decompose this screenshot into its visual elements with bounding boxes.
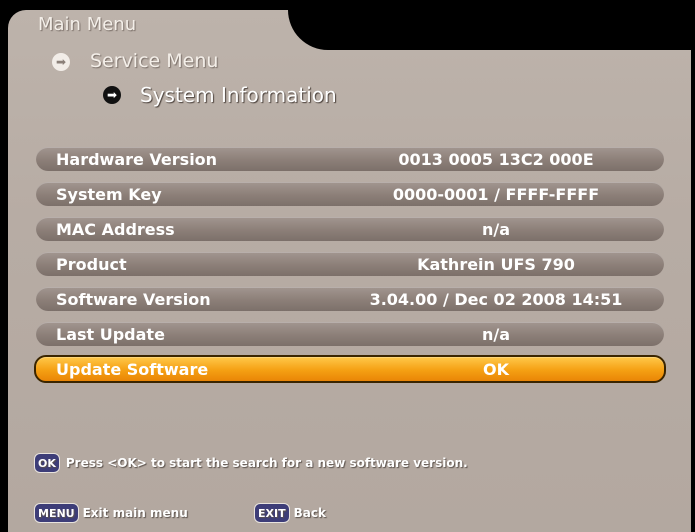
footer-exit-main-menu[interactable]: MENU Exit main menu	[34, 503, 188, 523]
info-row-software-version[interactable]: Software Version 3.04.00 / Dec 02 2008 1…	[36, 287, 664, 311]
row-value: 0000-0001 / FFFF-FFFF	[392, 185, 600, 204]
menu-key-icon: MENU	[34, 503, 79, 523]
info-row-mac-address[interactable]: MAC Address n/a	[36, 217, 664, 241]
exit-key-icon: EXIT	[254, 503, 290, 523]
arrow-right-icon: ➡	[52, 53, 70, 71]
row-value: 0013 0005 13C2 000E	[398, 150, 594, 169]
help-hint: OK Press <OK> to start the search for a …	[34, 453, 468, 473]
footer-text: Back	[293, 506, 326, 520]
info-row-system-key[interactable]: System Key 0000-0001 / FFFF-FFFF	[36, 182, 664, 206]
page-title: System Information	[140, 83, 337, 107]
info-row-product[interactable]: Product Kathrein UFS 790	[36, 252, 664, 276]
row-label: Product	[56, 255, 127, 274]
row-value: 3.04.00 / Dec 02 2008 14:51	[369, 290, 623, 309]
update-software-button[interactable]: Update Software OK	[34, 355, 666, 383]
row-label: Update Software	[56, 360, 209, 379]
info-row-last-update[interactable]: Last Update n/a	[36, 322, 664, 346]
row-value: OK	[483, 360, 509, 379]
row-label: MAC Address	[56, 220, 175, 239]
arrow-right-icon: ➡	[103, 86, 121, 104]
footer-text: Exit main menu	[82, 506, 188, 520]
info-row-hardware-version[interactable]: Hardware Version 0013 0005 13C2 000E	[36, 147, 664, 171]
row-label: Software Version	[56, 290, 211, 309]
breadcrumb-main-menu[interactable]: Main Menu	[38, 14, 136, 35]
row-label: System Key	[56, 185, 162, 204]
row-value: n/a	[481, 325, 511, 344]
panel-tab-cutout	[288, 10, 695, 50]
row-value: Kathrein UFS 790	[417, 255, 575, 274]
footer-back[interactable]: EXIT Back	[254, 503, 326, 523]
row-label: Last Update	[56, 325, 165, 344]
row-value: n/a	[481, 220, 511, 239]
ok-key-icon: OK	[34, 453, 60, 473]
row-label: Hardware Version	[56, 150, 218, 169]
breadcrumb-service-menu[interactable]: Service Menu	[90, 50, 218, 72]
hint-text: Press <OK> to start the search for a new…	[65, 456, 468, 470]
